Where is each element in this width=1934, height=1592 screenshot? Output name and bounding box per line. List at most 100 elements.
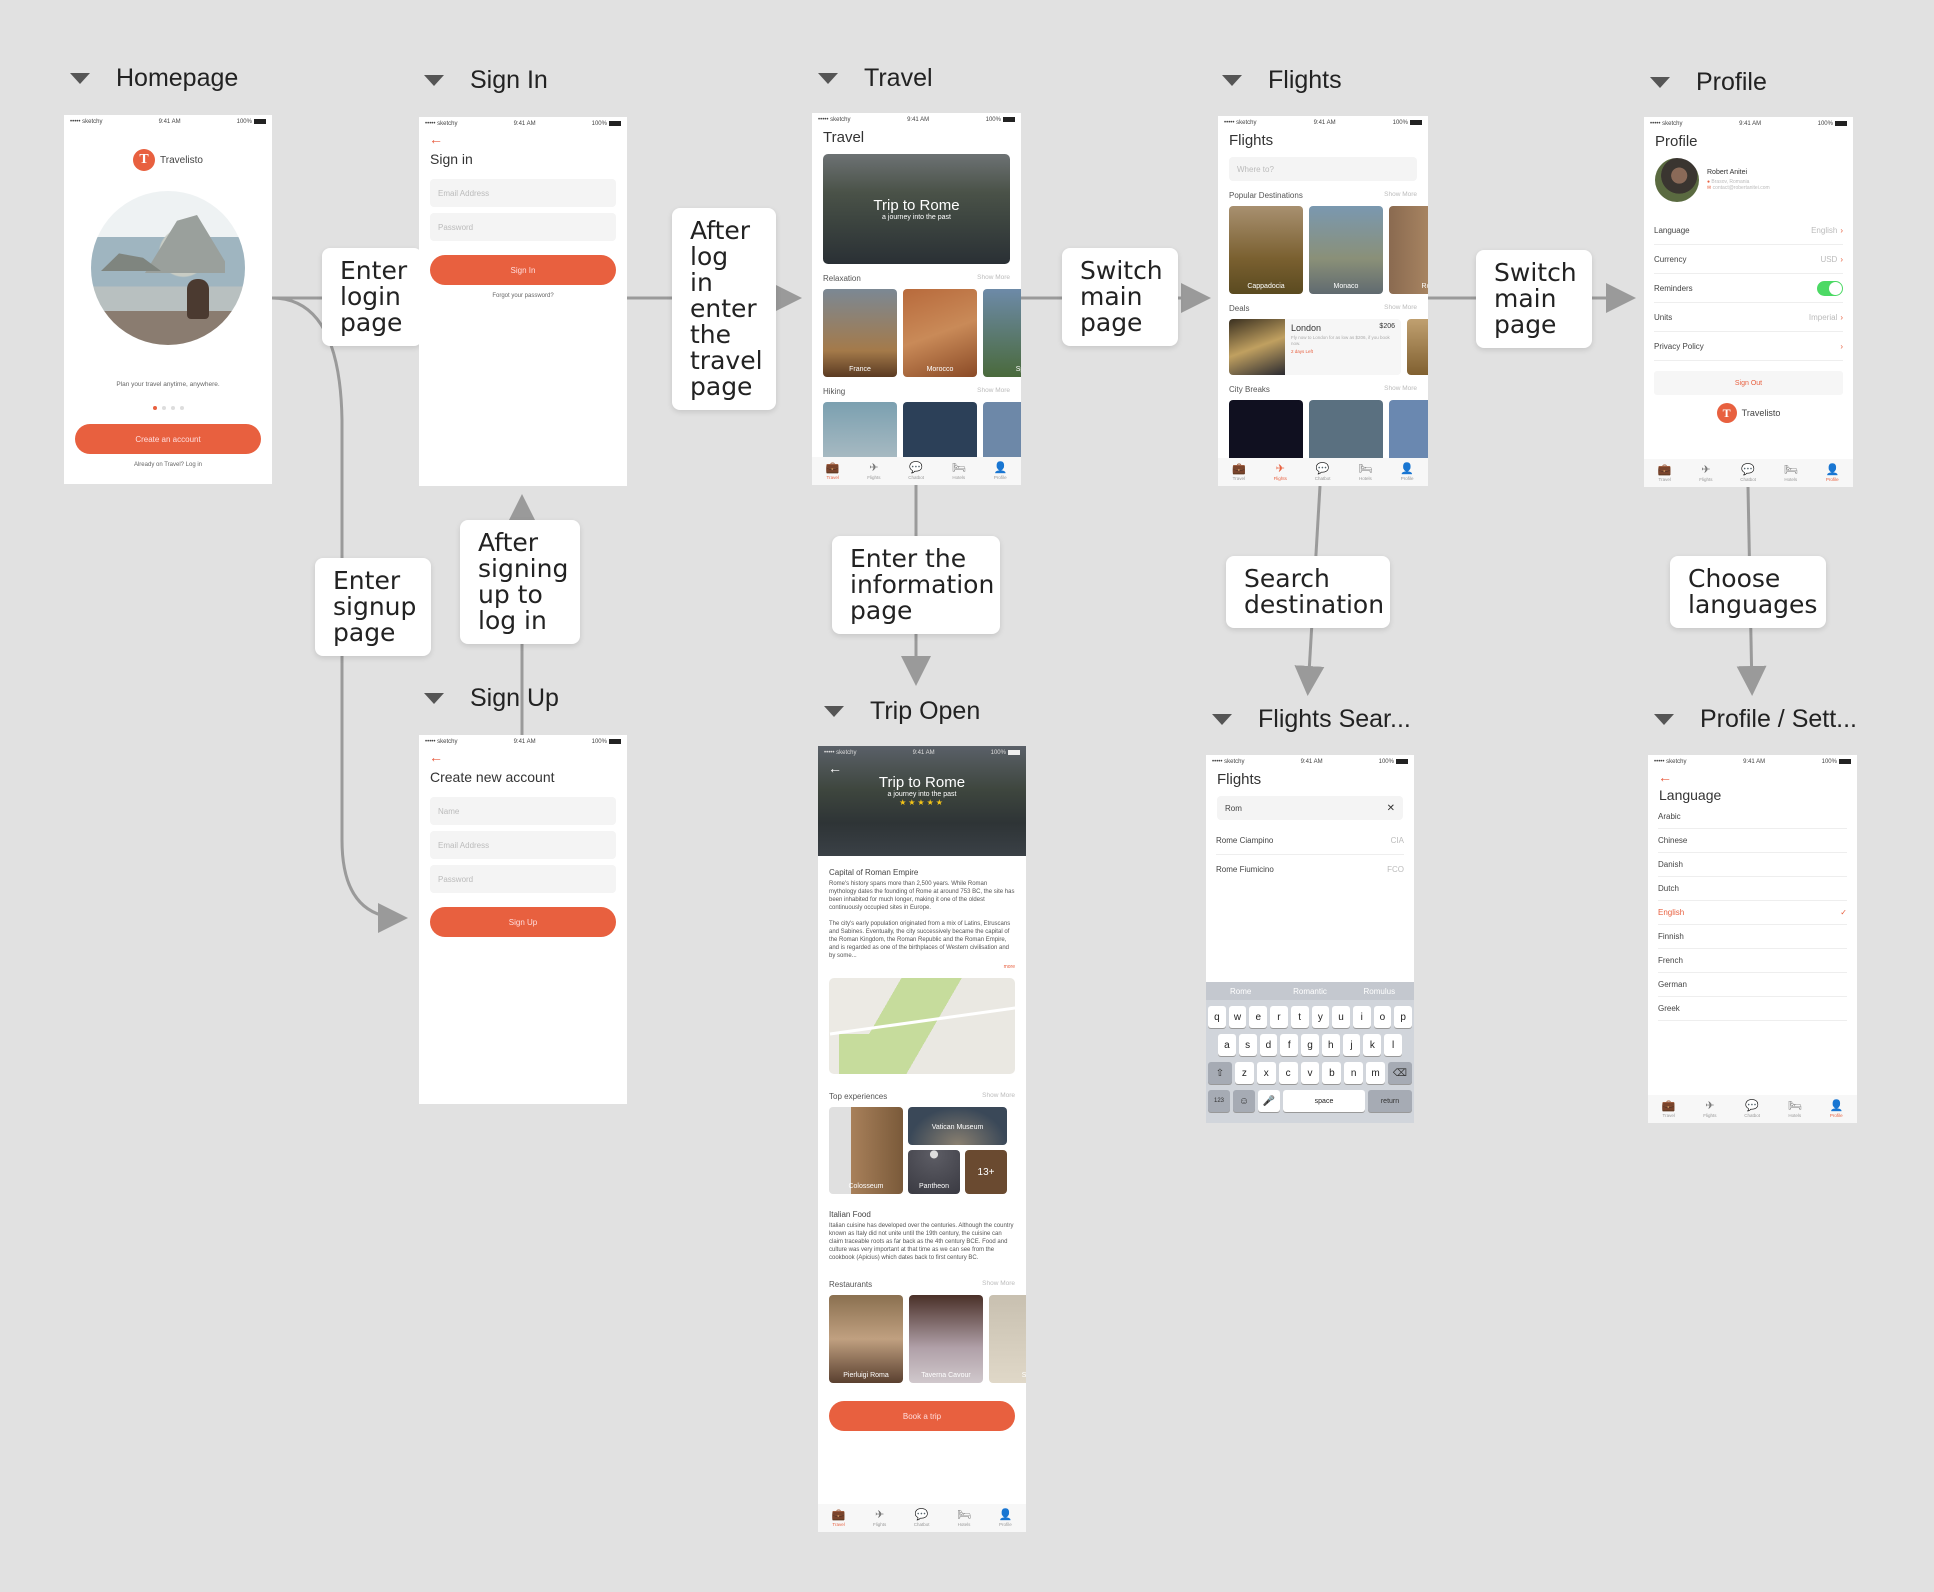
tab-chatbot[interactable]: 💬 Chatbot	[1315, 463, 1331, 481]
tab-profile[interactable]: 👤 Profile	[1825, 464, 1839, 482]
tab-profile[interactable]: 👤 Profile	[993, 462, 1007, 480]
destination-search-input[interactable]: Rom ✕	[1217, 796, 1403, 820]
experience-card[interactable]: Colosseum	[829, 1107, 903, 1194]
collapse-triangle-icon[interactable]	[1650, 77, 1670, 88]
clear-icon[interactable]: ✕	[1387, 803, 1395, 814]
key[interactable]: v	[1300, 1062, 1320, 1084]
deals-carousel[interactable]: London $206 Fly now to London for as low …	[1218, 319, 1428, 375]
show-more-link[interactable]: Show More	[977, 274, 1010, 283]
frame-header-travel[interactable]: Travel	[818, 64, 933, 93]
language-option[interactable]: Arabic	[1658, 805, 1847, 829]
return-key[interactable]: return	[1368, 1090, 1412, 1112]
language-option[interactable]: Greek	[1658, 997, 1847, 1021]
settings-row-language[interactable]: Language English ›	[1654, 216, 1843, 245]
collapse-triangle-icon[interactable]	[818, 73, 838, 84]
back-arrow-icon[interactable]: ←	[1648, 769, 1857, 785]
show-more-link[interactable]: Show More	[1384, 385, 1417, 394]
key[interactable]: g	[1301, 1034, 1319, 1056]
reminders-toggle[interactable]	[1817, 280, 1843, 296]
key[interactable]: q	[1208, 1006, 1226, 1028]
show-more-link[interactable]: Show More	[982, 1280, 1015, 1289]
suggestion[interactable]: Romantic	[1275, 987, 1344, 996]
destination-search-input[interactable]: Where to?	[1229, 157, 1417, 181]
frame-header-flights-search[interactable]: Flights Sear...	[1212, 705, 1411, 734]
space-key[interactable]: space	[1283, 1090, 1365, 1112]
search-result[interactable]: Rome Ciampino CIA	[1216, 826, 1404, 855]
experience-card-more[interactable]: 13+	[965, 1150, 1007, 1194]
tab-chatbot[interactable]: 💬 Chatbot	[1744, 1100, 1760, 1118]
tab-hotels[interactable]: 🛏 Hotels	[952, 462, 966, 480]
backspace-key[interactable]: ⌫	[1388, 1062, 1412, 1084]
tab-travel[interactable]: 💼 Travel	[1658, 464, 1672, 482]
key[interactable]: w	[1228, 1006, 1247, 1028]
suggestion[interactable]: Romulus	[1345, 987, 1414, 996]
experience-card[interactable]: Pantheon	[908, 1150, 960, 1194]
tab-flights[interactable]: ✈ Flights	[1703, 1100, 1716, 1118]
numbers-key[interactable]: 123	[1208, 1090, 1230, 1112]
collapse-triangle-icon[interactable]	[1212, 714, 1232, 725]
show-more-link[interactable]: Show More	[1384, 191, 1417, 200]
sign-up-button[interactable]: Sign Up	[430, 907, 616, 937]
map[interactable]	[829, 978, 1015, 1074]
settings-row-units[interactable]: Units Imperial ›	[1654, 303, 1843, 332]
destination-card[interactable]: Morocco	[903, 289, 977, 377]
settings-row-privacy[interactable]: Privacy Policy ›	[1654, 332, 1843, 361]
tab-flights[interactable]: ✈ Flights	[1699, 464, 1712, 482]
login-link[interactable]: Already on Travel? Log in	[64, 462, 272, 468]
frame-header-profile-settings[interactable]: Profile / Sett...	[1654, 705, 1857, 734]
carousel-dots[interactable]	[64, 406, 272, 410]
tab-hotels[interactable]: 🛏 Hotels	[957, 1509, 971, 1527]
deal-card[interactable]: London $206 Fly now to London for as low …	[1229, 319, 1401, 375]
tab-travel[interactable]: 💼 Travel	[1662, 1100, 1676, 1118]
key[interactable]: c	[1278, 1062, 1298, 1084]
key[interactable]: r	[1270, 1006, 1288, 1028]
carousel-dot-active[interactable]	[152, 406, 157, 410]
emoji-key[interactable]: ☺	[1233, 1090, 1255, 1112]
password-field[interactable]: Password	[430, 865, 616, 893]
search-result[interactable]: Rome Fiumicino FCO	[1216, 855, 1404, 884]
language-option[interactable]: English ✓	[1658, 901, 1847, 925]
show-more-link[interactable]: Show More	[1384, 304, 1417, 313]
back-arrow-icon[interactable]: ←	[419, 131, 627, 147]
key[interactable]: o	[1373, 1006, 1392, 1028]
destination-card[interactable]: France	[823, 289, 897, 377]
tab-profile[interactable]: 👤 Profile	[1400, 463, 1414, 481]
back-arrow-icon[interactable]: ←	[419, 749, 627, 765]
read-more-link[interactable]: more	[818, 960, 1026, 974]
restaurant-card[interactable]: Sa	[989, 1295, 1026, 1383]
language-option[interactable]: Finnish	[1658, 925, 1847, 949]
name-field[interactable]: Name	[430, 797, 616, 825]
forgot-password-link[interactable]: Forgot your password?	[419, 293, 627, 299]
collapse-triangle-icon[interactable]	[1222, 75, 1242, 86]
restaurants-carousel[interactable]: Pierluigi Roma Taverna Cavour Sa	[818, 1295, 1026, 1383]
carousel-dot[interactable]	[170, 406, 175, 410]
sign-out-button[interactable]: Sign Out	[1654, 371, 1843, 395]
key[interactable]: s	[1238, 1034, 1257, 1056]
key[interactable]: z	[1235, 1062, 1254, 1084]
key[interactable]: d	[1259, 1034, 1278, 1056]
tab-flights[interactable]: ✈ Flights	[1274, 463, 1287, 481]
key[interactable]: k	[1363, 1034, 1382, 1056]
relaxation-carousel[interactable]: France Morocco Sp	[812, 289, 1021, 377]
key[interactable]: y	[1311, 1006, 1330, 1028]
frame-header-flights[interactable]: Flights	[1222, 66, 1342, 95]
key[interactable]: t	[1290, 1006, 1309, 1028]
hero-card-rome[interactable]: Trip to Rome a journey into the past	[823, 154, 1010, 264]
carousel-dot[interactable]	[179, 406, 184, 410]
carousel-dot[interactable]	[161, 406, 166, 410]
tab-profile[interactable]: 👤 Profile	[1829, 1100, 1843, 1118]
key[interactable]: m	[1366, 1062, 1385, 1084]
key[interactable]: f	[1280, 1034, 1299, 1056]
sign-in-button[interactable]: Sign In	[430, 255, 616, 285]
frame-header-sign-up[interactable]: Sign Up	[424, 684, 559, 713]
restaurant-card[interactable]: Taverna Cavour	[909, 1295, 983, 1383]
key[interactable]: n	[1344, 1062, 1364, 1084]
key[interactable]: h	[1321, 1034, 1340, 1056]
destination-card[interactable]: Ro	[1389, 206, 1428, 294]
microphone-key[interactable]: 🎤	[1258, 1090, 1280, 1112]
tab-flights[interactable]: ✈ Flights	[867, 462, 880, 480]
frame-header-trip-open[interactable]: Trip Open	[824, 697, 980, 726]
tab-flights[interactable]: ✈ Flights	[873, 1509, 886, 1527]
frame-header-homepage[interactable]: Homepage	[70, 64, 238, 93]
language-option[interactable]: Dutch	[1658, 877, 1847, 901]
